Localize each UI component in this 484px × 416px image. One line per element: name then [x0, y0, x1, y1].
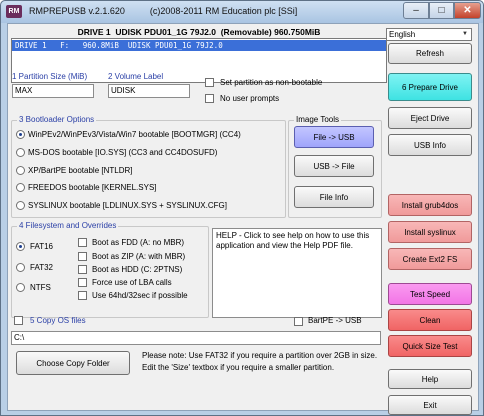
fs-label-ntfs: NTFS — [30, 283, 51, 292]
bartpe-label: BartPE -> USB — [308, 316, 362, 325]
bootloader-option-syslinux: SYSLINUX bootable [LDLINUX.SYS + SYSLINU… — [28, 201, 227, 210]
prepare-drive-button[interactable]: 6 Prepare Drive — [388, 73, 472, 101]
clean-button[interactable]: Clean — [388, 309, 472, 331]
copy-os-label: 5 Copy OS files — [30, 316, 86, 325]
override-checkbox-64hd[interactable] — [78, 291, 87, 300]
app-window: RM RMPREPUSB v.2.1.620 (c)2008-2011 RM E… — [0, 0, 484, 416]
install-syslinux-button[interactable]: Install syslinux — [388, 221, 472, 243]
refresh-button[interactable]: Refresh — [388, 43, 472, 64]
override-label-lba: Force use of LBA calls — [92, 278, 172, 287]
bootloader-radio-xp[interactable] — [16, 166, 25, 175]
language-value: English — [389, 30, 416, 39]
drive-header: DRIVE 1 UDISK PDU01_1G 79J2.0 (Removable… — [77, 27, 321, 37]
filesystem-title: 4 Filesystem and Overrides — [17, 221, 119, 230]
app-logo-icon: RM — [6, 5, 22, 18]
bootloader-option-freedos: FREEDOS bootable [KERNEL.SYS] — [28, 183, 157, 192]
usb-info-button[interactable]: USB Info — [388, 134, 472, 156]
override-label-zip: Boot as ZIP (A: with MBR) — [92, 252, 186, 261]
copy-os-checkbox[interactable] — [14, 316, 23, 325]
no-prompts-checkbox[interactable] — [205, 94, 214, 103]
override-checkbox-zip[interactable] — [78, 252, 87, 261]
override-checkbox-lba[interactable] — [78, 278, 87, 287]
file-info-button[interactable]: File Info — [294, 186, 374, 208]
language-select[interactable]: English ▼ — [386, 28, 472, 41]
bootloader-radio-freedos[interactable] — [16, 183, 25, 192]
bootloader-radio-msdos[interactable] — [16, 148, 25, 157]
bootloader-radio-winpe[interactable] — [16, 130, 25, 139]
non-bootable-label: Set partition as non-bootable — [220, 78, 323, 87]
minimize-button[interactable]: – — [403, 2, 429, 19]
fs-label-fat32: FAT32 — [30, 263, 53, 272]
help-textbox[interactable]: HELP - Click to see help on how to use t… — [212, 228, 382, 318]
choose-copy-folder-button[interactable]: Choose Copy Folder — [16, 351, 130, 375]
file-to-usb-button[interactable]: File -> USB — [294, 126, 374, 148]
close-button[interactable]: ✕ — [454, 2, 481, 19]
volume-label-label: 2 Volume Label — [108, 72, 164, 81]
title-bar[interactable]: RM RMPREPUSB v.2.1.620 (c)2008-2011 RM E… — [1, 1, 483, 23]
partition-size-input[interactable]: MAX — [12, 84, 94, 98]
bootloader-option-xp: XP/BartPE bootable [NTLDR] — [28, 166, 133, 175]
eject-drive-button[interactable]: Eject Drive — [388, 107, 472, 129]
image-tools-title: Image Tools — [294, 115, 341, 124]
exit-button[interactable]: Exit — [388, 395, 472, 415]
fs-radio-ntfs[interactable] — [16, 283, 25, 292]
override-label-64hd: Use 64hd/32sec if possible — [92, 291, 188, 300]
bootloader-radio-syslinux[interactable] — [16, 201, 25, 210]
non-bootable-checkbox[interactable] — [205, 78, 214, 87]
drive-list-item-selected[interactable]: DRIVE 1 F: 960.8MiB UDISK PDU01_1G 79J2.… — [12, 40, 386, 51]
install-grub4dos-button[interactable]: Install grub4dos — [388, 194, 472, 216]
override-label-hdd: Boot as HDD (C: 2PTNS) — [92, 265, 183, 274]
maximize-button[interactable]: □ — [429, 2, 454, 19]
no-prompts-label: No user prompts — [220, 94, 280, 103]
bootloader-option-msdos: MS-DOS bootable [IO.SYS] (CC3 and CC4DOS… — [28, 148, 218, 157]
bartpe-checkbox[interactable] — [294, 317, 303, 326]
test-speed-button[interactable]: Test Speed — [388, 283, 472, 305]
override-checkbox-hdd[interactable] — [78, 265, 87, 274]
create-ext2-button[interactable]: Create Ext2 FS — [388, 248, 472, 270]
fs-radio-fat32[interactable] — [16, 263, 25, 272]
fs-radio-fat16[interactable] — [16, 242, 25, 251]
override-label-fdd: Boot as FDD (A: no MBR) — [92, 238, 185, 247]
volume-label-input[interactable]: UDISK — [108, 84, 190, 98]
chevron-down-icon[interactable]: ▼ — [460, 30, 470, 39]
bootloader-title: 3 Bootloader Options — [17, 115, 97, 124]
help-button[interactable]: Help — [388, 369, 472, 389]
override-checkbox-fdd[interactable] — [78, 238, 87, 247]
bootloader-option-winpe: WinPEv2/WinPEv3/Vista/Win7 bootable [BOO… — [28, 130, 241, 139]
main-panel: DRIVE 1 UDISK PDU01_1G 79J2.0 (Removable… — [7, 23, 479, 415]
quick-size-test-button[interactable]: Quick Size Test — [388, 335, 472, 357]
usb-to-file-button[interactable]: USB -> File — [294, 155, 374, 177]
fs-label-fat16: FAT16 — [30, 242, 53, 251]
window-title: RMPREPUSB v.2.1.620 (c)2008-2011 RM Educ… — [29, 6, 298, 16]
fat32-note: Please note: Use FAT32 if you require a … — [142, 351, 378, 372]
partition-size-label: 1 Partition Size (MiB) — [12, 72, 88, 81]
copy-folder-path-input[interactable]: C:\ — [11, 331, 381, 345]
